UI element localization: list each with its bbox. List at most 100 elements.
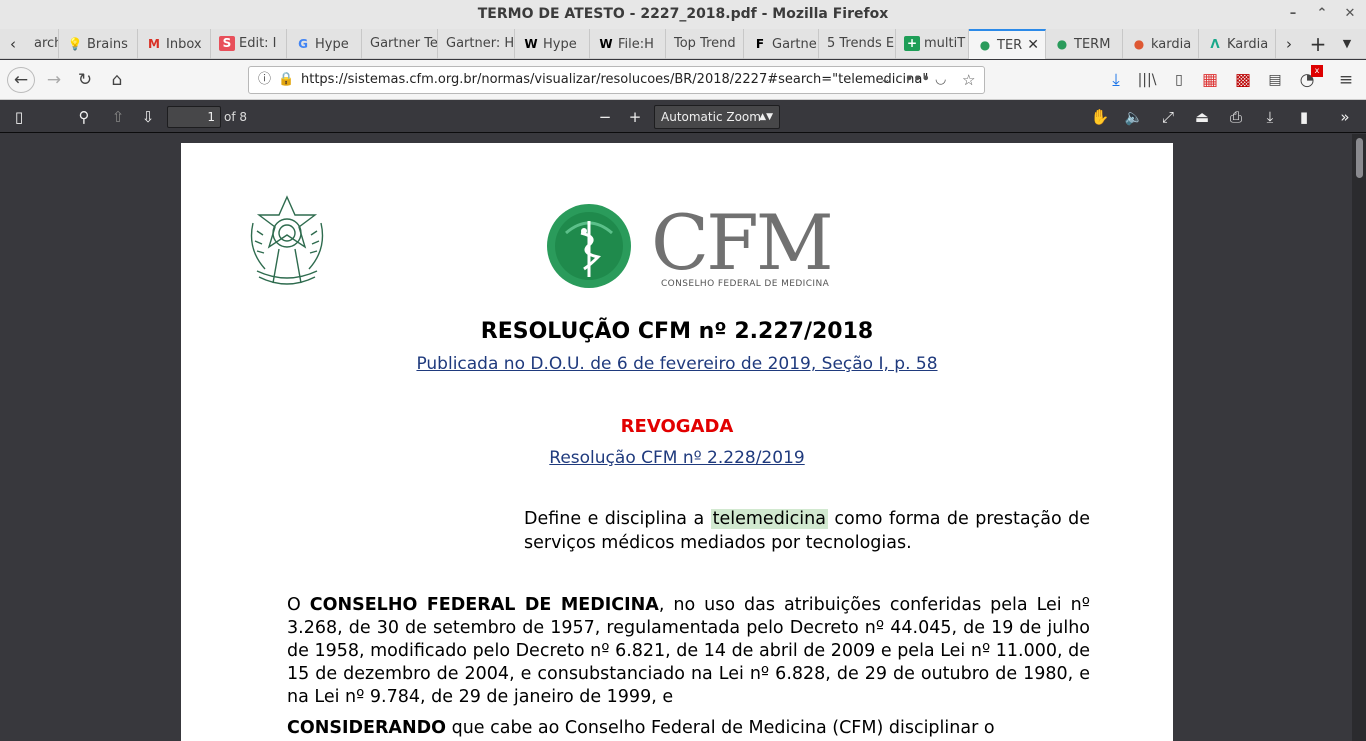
back-icon[interactable]: ←	[7, 67, 35, 93]
sidebar-icon[interactable]: ▯	[1166, 67, 1192, 93]
reader-icon[interactable]: ▤	[1262, 67, 1288, 93]
browser-tab[interactable]: 💡 Brains	[59, 29, 138, 59]
preamble-prefix: O	[287, 595, 310, 615]
browser-tab[interactable]: M Inbox	[138, 29, 211, 59]
document-summary: Define e disciplina a telemedicina como …	[524, 507, 1090, 555]
browser-tab[interactable]: ● TER ✕	[969, 29, 1046, 59]
close-window-icon[interactable]: ✕	[1341, 5, 1359, 23]
scrollbar[interactable]	[1352, 134, 1366, 741]
page-number-input[interactable]: 1	[167, 106, 221, 128]
list-tabs-icon[interactable]: ▼	[1334, 29, 1360, 59]
zoom-caret-icon: ▲▼	[759, 112, 773, 122]
browser-tab-label: Inbox	[166, 37, 202, 52]
browser-tab-label: Brains	[87, 37, 128, 52]
browser-tab-label: Gartner Te	[370, 36, 438, 51]
next-page-icon[interactable]: ⇩	[137, 106, 159, 128]
duckduckgo-icon: ●	[1133, 37, 1145, 51]
search-highlight: telemedicina	[710, 509, 828, 529]
pocket-icon[interactable]: ◡	[935, 67, 946, 93]
browser-tab-label: Top Trend	[674, 36, 736, 51]
pdf-viewer[interactable]: CFM CONSELHO FEDERAL DE MEDICINA RESOLUÇ…	[0, 134, 1366, 741]
previous-page-icon[interactable]: ⇧	[107, 106, 129, 128]
read-aloud-icon[interactable]: 🔈	[1123, 106, 1145, 128]
hand-tool-icon[interactable]: ✋	[1089, 106, 1111, 128]
browser-tab-label: TER	[997, 38, 1023, 53]
preamble-paragraph: O CONSELHO FEDERAL DE MEDICINA, no uso d…	[287, 594, 1090, 709]
close-tab-icon[interactable]: ✕	[1027, 31, 1039, 59]
info-icon[interactable]: ⓘ	[258, 67, 271, 93]
bookmark-icon[interactable]: ▮	[1293, 106, 1315, 128]
browser-tab[interactable]: W Hype	[515, 29, 590, 59]
browser-tab-label: Hype	[543, 37, 577, 52]
browser-tab-label: kardia	[1151, 37, 1192, 52]
publication-link[interactable]: Publicada no D.O.U. de 6 de fevereiro de…	[181, 354, 1173, 374]
print-icon[interactable]: ⎙	[1225, 106, 1247, 128]
browser-tab[interactable]: W File:H	[590, 29, 666, 59]
browser-tab[interactable]: Gartner: H	[438, 29, 515, 59]
pdf-toolbar: ▯ ⚲ ⇧ ⇩ 1 of 8 − + Automatic Zoom ▲▼ ✋ 🔈…	[0, 101, 1366, 133]
zoom-value: Automatic Zoom	[661, 110, 761, 124]
url-text[interactable]: https://sistemas.cfm.org.br/normas/visua…	[301, 67, 928, 93]
reload-icon[interactable]: ↻	[72, 67, 98, 93]
navigation-bar: ← → ↻ ⌂ ⓘ 🔒 https://sistemas.cfm.org.br/…	[0, 60, 1366, 100]
browser-tab[interactable]: arch	[26, 29, 59, 59]
downloads-icon[interactable]: ⤓	[1103, 67, 1129, 93]
url-bar[interactable]: ⓘ 🔒 https://sistemas.cfm.org.br/normas/v…	[248, 66, 985, 94]
menu-icon[interactable]: ≡	[1333, 67, 1359, 93]
zoom-out-icon[interactable]: −	[594, 106, 616, 128]
f-icon: F	[755, 37, 765, 51]
scrollbar-thumb[interactable]	[1356, 138, 1363, 178]
browser-tab[interactable]: G Hype	[287, 29, 362, 59]
browser-tab[interactable]: S Edit: I	[211, 29, 287, 59]
find-icon[interactable]: ⚲	[73, 106, 95, 128]
cfm-icon: ●	[979, 38, 991, 52]
tabs-scroll-right-icon[interactable]: ›	[1276, 29, 1302, 59]
browser-tab-label: File:H	[618, 37, 654, 52]
cfm-logo-icon	[547, 204, 631, 288]
window-titlebar: TERMO DE ATESTO - 2227_2018.pdf - Mozill…	[0, 0, 1366, 29]
toggle-sidebar-icon[interactable]: ▯	[8, 106, 30, 128]
browser-tab[interactable]: + multiT	[896, 29, 969, 59]
browser-tab-label: Kardia	[1227, 37, 1269, 52]
pdf-page: CFM CONSELHO FEDERAL DE MEDICINA RESOLUÇ…	[181, 143, 1173, 741]
browser-tab[interactable]: Gartner Te	[362, 29, 438, 59]
open-file-icon[interactable]: ⏏	[1191, 106, 1213, 128]
presentation-mode-icon[interactable]: ⤢	[1157, 106, 1179, 128]
zoom-select[interactable]: Automatic Zoom ▲▼	[654, 105, 780, 129]
zoom-in-icon[interactable]: +	[624, 106, 646, 128]
tabs-scroll-left-icon[interactable]: ‹	[0, 29, 26, 59]
kardia-icon: Λ	[1210, 37, 1220, 51]
minimize-icon[interactable]: –	[1284, 5, 1302, 23]
home-icon[interactable]: ⌂	[104, 67, 130, 93]
window-title: TERMO DE ATESTO - 2227_2018.pdf - Mozill…	[477, 6, 889, 22]
browser-tab-label: 5 Trends E	[827, 36, 895, 51]
forward-icon[interactable]: →	[41, 67, 67, 93]
tools-icon[interactable]: »	[1334, 106, 1356, 128]
wikipedia-icon: W	[524, 37, 538, 51]
browser-tab[interactable]: Top Trend	[666, 29, 744, 59]
lock-icon[interactable]: 🔒	[278, 67, 294, 93]
logo-text: CFM	[651, 198, 834, 287]
revoked-label: REVOGADA	[620, 416, 734, 437]
plus-green-icon: +	[904, 36, 920, 51]
browser-tab[interactable]: 5 Trends E	[819, 29, 896, 59]
browser-tab[interactable]: ● TERM	[1046, 29, 1123, 59]
preamble-bold: CONSELHO FEDERAL DE MEDICINA	[309, 595, 659, 615]
extension-badge-icon[interactable]: ◔ x	[1294, 65, 1323, 93]
browser-tab[interactable]: F Gartne	[744, 29, 819, 59]
library-icon[interactable]: |||\	[1134, 67, 1160, 93]
revoked-by-link[interactable]: Resolução CFM nº 2.228/2019	[181, 448, 1173, 468]
new-tab-icon[interactable]: +	[1305, 29, 1331, 59]
download-icon[interactable]: ⤓	[1259, 106, 1281, 128]
summary-before: Define e disciplina a	[524, 509, 711, 529]
chevron-down-icon[interactable]: ⌄	[880, 67, 891, 93]
browser-tab-label: Gartner: H	[446, 36, 515, 51]
extension-red-icon[interactable]: ▩	[1230, 67, 1256, 93]
maximize-icon[interactable]: ⌃	[1313, 5, 1331, 23]
page-actions-icon[interactable]: •••	[905, 67, 930, 93]
browser-tab[interactable]: ● kardia	[1123, 29, 1199, 59]
page-count: of 8	[224, 110, 248, 124]
bookmark-star-icon[interactable]: ☆	[962, 67, 975, 93]
browser-tab[interactable]: Λ Kardia	[1199, 29, 1276, 59]
todoist-icon[interactable]: ▦	[1197, 67, 1223, 93]
